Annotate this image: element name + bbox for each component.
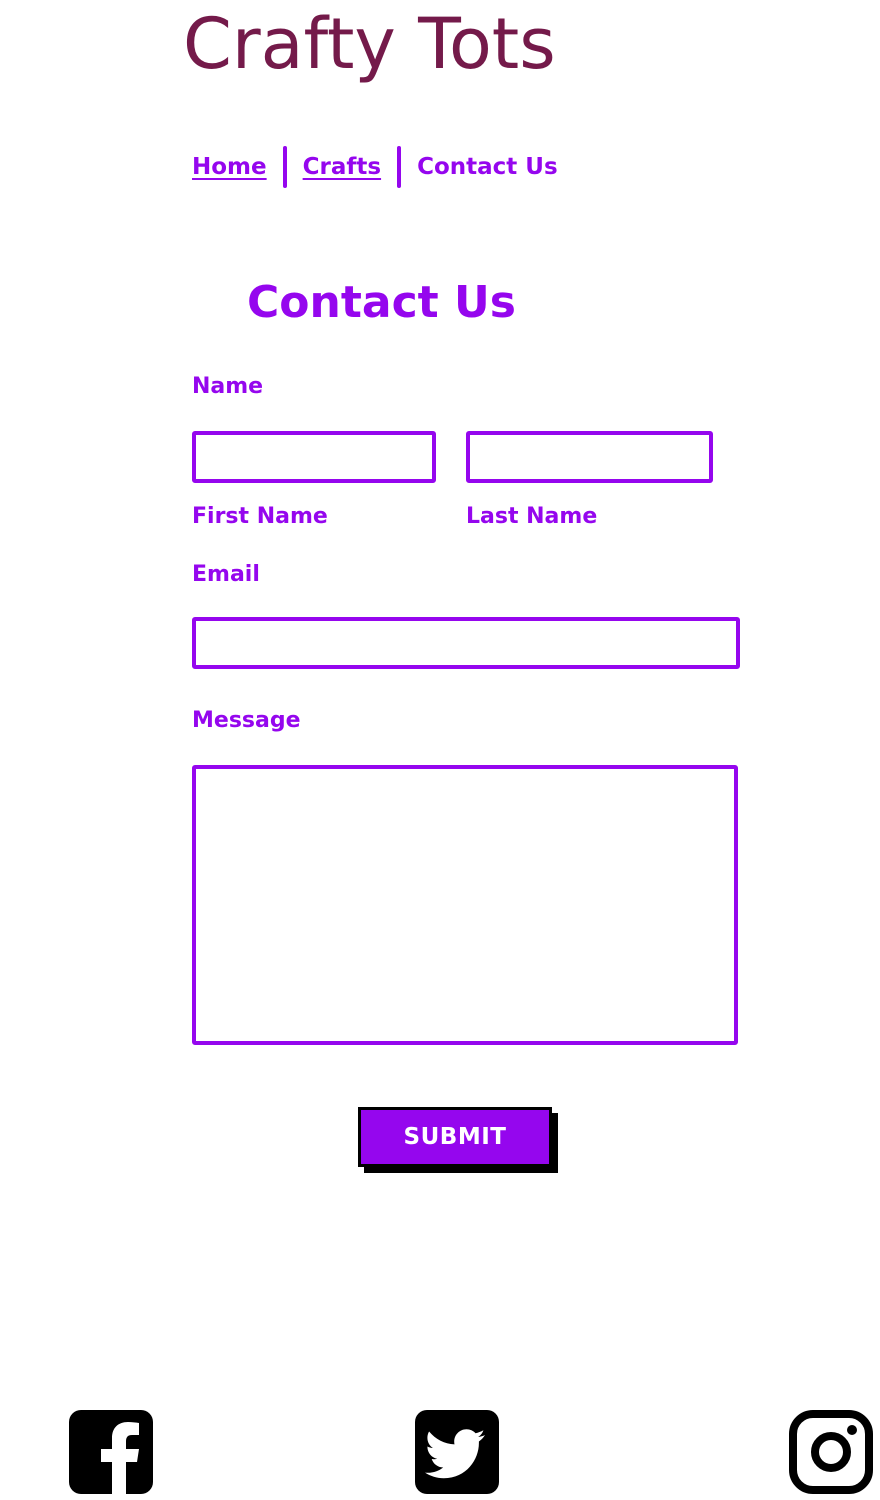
instagram-icon[interactable] — [789, 1410, 873, 1494]
first-name-label: First Name — [192, 504, 328, 529]
nav-link-crafts[interactable]: Crafts — [303, 154, 381, 180]
message-textarea[interactable] — [192, 765, 738, 1045]
submit-button[interactable]: SUBMIT — [358, 1107, 552, 1167]
submit-button-wrapper: SUBMIT — [358, 1107, 558, 1173]
message-label: Message — [192, 708, 301, 733]
last-name-input[interactable] — [466, 431, 713, 483]
nav-link-home[interactable]: Home — [192, 154, 267, 180]
last-name-label: Last Name — [466, 504, 598, 529]
email-input[interactable] — [192, 617, 740, 669]
site-title: Crafty Tots — [183, 3, 556, 85]
main-nav: Home Crafts Contact Us — [192, 145, 558, 189]
twitter-icon[interactable] — [415, 1410, 499, 1494]
page-heading: Contact Us — [247, 277, 516, 328]
nav-link-contact-us[interactable]: Contact Us — [417, 154, 558, 180]
name-label: Name — [192, 374, 264, 399]
nav-separator — [282, 146, 287, 188]
nav-separator — [397, 146, 402, 188]
first-name-input[interactable] — [192, 431, 436, 483]
email-label: Email — [192, 562, 260, 587]
facebook-icon[interactable] — [69, 1410, 153, 1494]
